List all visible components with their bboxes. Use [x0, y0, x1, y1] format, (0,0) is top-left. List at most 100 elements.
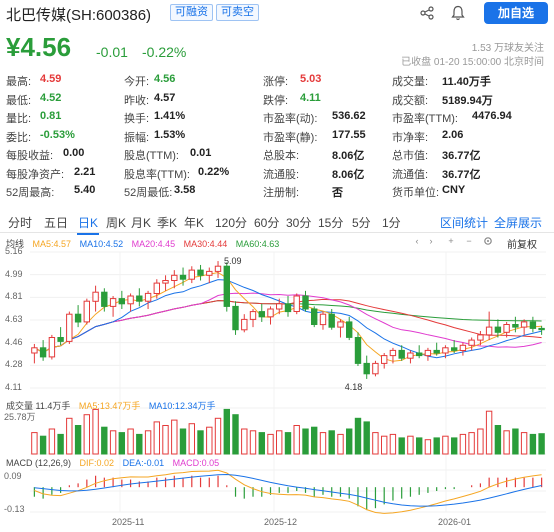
tab-period[interactable]: 15分 [318, 214, 343, 231]
stat-value: 0.00 [63, 147, 85, 159]
chevron-right-icon[interactable]: › [426, 236, 436, 246]
candle-body [302, 295, 309, 310]
stat-label: 成交额: [392, 94, 429, 107]
tab-period[interactable]: 五日 [44, 214, 68, 231]
volume-bar [424, 439, 432, 455]
volume-bar [249, 430, 257, 455]
tab-period[interactable]: 5分 [352, 214, 371, 231]
followers-count: 1.53 万球友关注 [471, 43, 544, 54]
stat-value: 0.01 [190, 147, 212, 159]
candle-body [267, 308, 274, 318]
volume-bar [66, 417, 73, 455]
stat-label: 注册制: [263, 187, 300, 199]
stat-value: 4.56 [154, 73, 176, 85]
candle-body [468, 339, 475, 346]
candle-body [83, 300, 90, 323]
tab-period[interactable]: 周K [106, 214, 126, 231]
candle-body [451, 347, 458, 351]
volume-bar [153, 421, 161, 455]
tab-period[interactable]: 1分 [382, 214, 401, 231]
candle-body [57, 337, 64, 342]
stat-value: 36.77亿 [442, 150, 481, 162]
kline-chart[interactable] [0, 248, 554, 516]
range-stats-link[interactable]: 区间统计 [440, 214, 488, 231]
stat-label: 股息(TTM): [124, 150, 179, 162]
volume-legend: 成交量 11.4万手 MA5:13.47万手 MA10:12.34万手 [6, 399, 221, 412]
stock-title: 北巴传媒(SH:600386) [6, 7, 152, 24]
stat-value: 4476.94 [472, 110, 512, 122]
stat-value: 5189.94万 [442, 94, 493, 107]
volume-bar [433, 437, 440, 455]
settings-icon[interactable] [483, 236, 493, 246]
stat-value: 1.41% [154, 110, 186, 122]
tab-period[interactable]: 120分 [215, 214, 247, 231]
tab-period[interactable]: 30分 [286, 214, 311, 231]
volume-bar [494, 425, 502, 455]
stat-label: 市盈率(动): [263, 113, 318, 125]
macd-legend: MACD (12,26,9) DIF:0.02 DEA:-0.01 MACD:0… [6, 458, 225, 468]
macd-value: MACD:0.05 [172, 458, 220, 468]
stat-value: 1.53% [154, 128, 186, 141]
volume-bar [468, 432, 475, 455]
add-watchlist-button[interactable]: 加自选 [484, 2, 548, 24]
volume-bar [293, 425, 300, 455]
candle-body [48, 337, 56, 358]
volume-bar [477, 428, 484, 455]
candle-body [337, 321, 344, 328]
volume-bar [223, 408, 231, 455]
tab-period[interactable]: 日K [76, 214, 100, 235]
tab-period[interactable]: 年K [184, 214, 204, 231]
candle-body [39, 347, 47, 358]
stat-label: 跌停: [263, 94, 289, 107]
volume-bar [319, 432, 327, 455]
volume-bar [92, 408, 99, 455]
price-axis-label: 4.81 [5, 291, 23, 302]
zoom-out-icon[interactable]: − [464, 236, 474, 246]
stat-label: 市净率: [392, 131, 429, 144]
stat-value: CNY [442, 184, 466, 196]
short-selling-tag[interactable]: 可卖空 [216, 4, 259, 21]
candle-body [214, 265, 222, 272]
macd-axis-max: 0.09 [4, 471, 22, 481]
candle-body [520, 321, 528, 328]
tab-period[interactable]: 分时 [8, 214, 32, 231]
volume-bar [57, 433, 64, 455]
stat-label: 委比: [6, 131, 32, 144]
candle-body [118, 298, 125, 305]
candle-body [346, 321, 353, 338]
candle-body [109, 298, 117, 307]
volume-bar [258, 432, 266, 455]
date-label: 2025-12 [264, 517, 298, 527]
volume-bar [101, 426, 108, 455]
share-icon[interactable] [420, 6, 434, 20]
volume-bar [83, 414, 90, 455]
candle-body [538, 327, 545, 331]
candle-body [92, 291, 99, 302]
bell-icon[interactable] [451, 5, 465, 21]
volume-bar [381, 435, 388, 455]
volume-bar [179, 428, 187, 455]
candle-body [197, 269, 204, 276]
stat-value: 5.40 [74, 184, 96, 196]
candle-body [442, 347, 449, 354]
candle-body [407, 352, 414, 359]
tab-period[interactable]: 月K [131, 214, 151, 231]
price-axis-label: 5.16 [5, 246, 23, 256]
candle-body [416, 352, 423, 357]
chevron-left-icon[interactable]: ‹ [412, 236, 422, 246]
fullscreen-link[interactable]: 全屏展示 [494, 214, 542, 231]
stock-header: 北巴传媒(SH:600386) 可融资 可卖空 加自选 [0, 0, 554, 26]
stat-label: 市盈率(TTM): [392, 113, 458, 125]
volume-bar [372, 432, 379, 455]
candle-body [512, 324, 519, 328]
stats-row: 最高: 4.59 今开: 4.56 涨停: 5.03 成交量: 11.40万手 [6, 73, 550, 90]
margin-financing-tag[interactable]: 可融资 [170, 4, 213, 21]
stats-row: 每股净资产: 2.21 股息率(TTM): 0.22% 流通股: 8.06亿 流通值: 36.… [6, 166, 550, 183]
tab-period[interactable]: 季K [157, 214, 177, 231]
stat-label: 换手: [124, 113, 150, 125]
zoom-in-icon[interactable]: + [446, 236, 456, 246]
stat-label: 52周最低: [124, 187, 173, 199]
candle-body [101, 291, 108, 307]
stat-value: 2.06 [442, 128, 464, 141]
tab-period[interactable]: 60分 [254, 214, 279, 231]
